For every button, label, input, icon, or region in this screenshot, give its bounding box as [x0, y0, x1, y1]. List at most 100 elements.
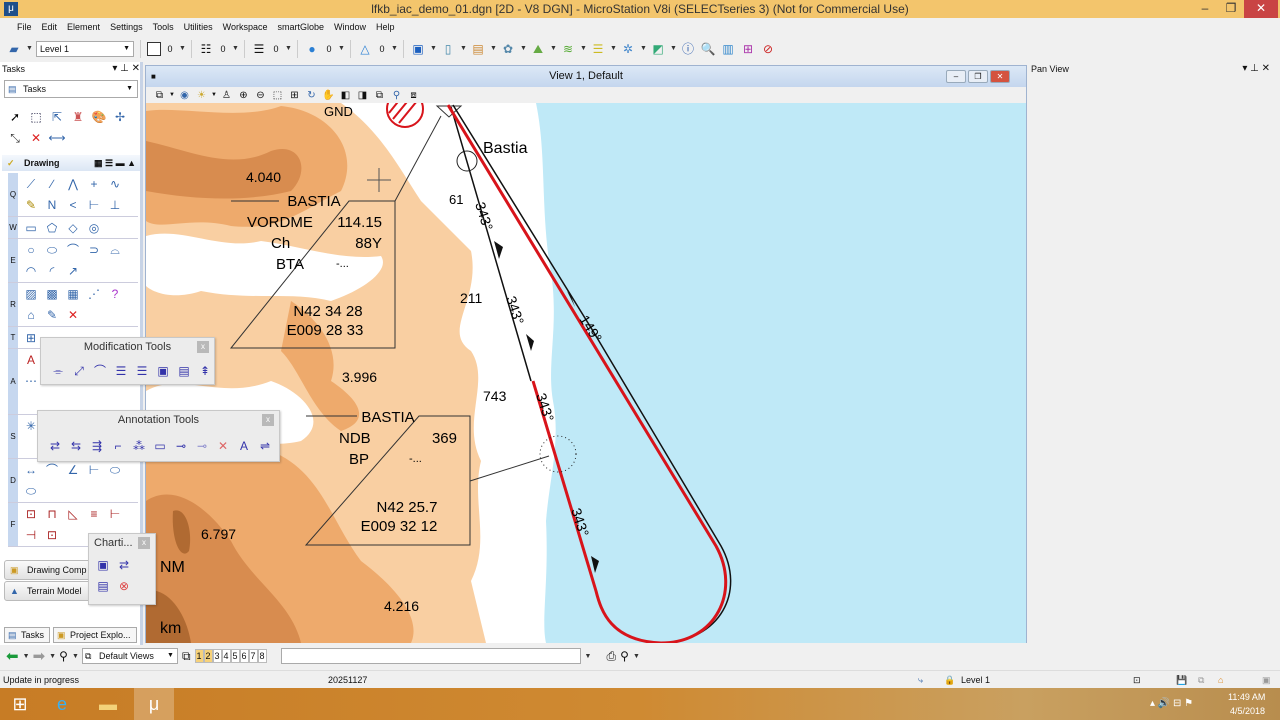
view-attributes-icon[interactable]: ⧉ — [152, 90, 167, 101]
microstation-app-icon[interactable]: μ — [4, 2, 18, 16]
freehand-icon[interactable]: ✎ — [22, 196, 40, 214]
raster-icon[interactable]: ✿ — [500, 41, 516, 57]
annotate-2-icon[interactable]: ⇆ — [67, 437, 85, 455]
place-text-icon[interactable]: A — [22, 351, 40, 369]
view-minimize-button[interactable]: – — [946, 70, 966, 83]
clock-time[interactable]: 11:49 AM — [1228, 692, 1265, 702]
chevron-down-icon[interactable]: ▼ — [550, 45, 557, 52]
line-icon[interactable]: ∕ — [43, 175, 61, 193]
dimension-radial-icon[interactable]: ⬭ — [106, 461, 124, 479]
align-text2-icon[interactable]: ☰ — [133, 362, 151, 380]
modify-line-icon[interactable]: ⤢ — [70, 362, 88, 380]
tag-icon[interactable]: ⊞ — [22, 329, 40, 347]
bspline-icon[interactable]: N — [43, 196, 61, 214]
color-swatch-icon[interactable] — [147, 41, 161, 56]
multiline-icon[interactable]: ⋀ — [64, 175, 82, 193]
leader-label2-icon[interactable]: ⊸ — [193, 437, 211, 455]
fence-manip-icon[interactable]: ⊢ — [106, 505, 124, 523]
back-icon[interactable]: ⬅ — [6, 647, 19, 665]
point-icon[interactable]: + — [85, 175, 103, 193]
construct-icon[interactable]: ⊢ — [85, 196, 103, 214]
view-restore-button[interactable]: ❐ — [968, 70, 988, 83]
perpendicular-icon[interactable]: ⊥ — [106, 196, 124, 214]
chevron-down-icon[interactable]: ▼ — [23, 653, 30, 660]
align-text-icon[interactable]: ☰ — [112, 362, 130, 380]
forward-icon[interactable]: ➡ — [33, 647, 46, 665]
fence-stretch-icon[interactable]: ≡ — [85, 505, 103, 523]
menu-file[interactable]: File — [12, 22, 37, 32]
hatch-icon[interactable]: ▨ — [22, 285, 40, 303]
chart-frame-icon[interactable]: ▣ — [94, 556, 112, 574]
leader-icon[interactable]: ⌐ — [109, 437, 127, 455]
view-mode-collapse-icons[interactable]: ▦ ☰ ▬ ▲ — [94, 155, 136, 171]
view-previous-icon[interactable]: ◧ — [338, 90, 353, 101]
dimension-length-icon[interactable]: ↔ — [22, 461, 40, 479]
pattern-icon[interactable]: ▦ — [64, 285, 82, 303]
snap-icon[interactable]: ✢ — [111, 108, 129, 126]
fence-copy-icon[interactable]: ⊣ — [22, 526, 40, 544]
grid-icon[interactable]: ⊞ — [740, 41, 756, 57]
view-5-button[interactable]: 5 — [230, 649, 240, 663]
abc-label-icon[interactable]: ▭ — [151, 437, 169, 455]
menu-workspace[interactable]: Workspace — [218, 22, 273, 32]
view-windows-icon[interactable]: ⧉ — [182, 649, 191, 664]
rectangle-icon[interactable]: ▭ — [22, 219, 40, 237]
chart-delete-icon[interactable]: ⊗ — [115, 577, 133, 595]
modify-arc-icon[interactable]: ⌒ — [91, 362, 109, 380]
clip-volume-icon[interactable]: ⧈ — [406, 90, 421, 101]
move-icon[interactable]: ⇱ — [48, 108, 66, 126]
polygon-icon[interactable]: ⬠ — [43, 219, 61, 237]
zoom-in-icon[interactable]: ⊕ — [236, 90, 251, 101]
zoom-out-icon[interactable]: ⊖ — [253, 90, 268, 101]
chevron-down-icon[interactable]: ▼ — [72, 653, 79, 660]
view-1-button[interactable]: 1 — [194, 649, 204, 663]
panel-menu-pin-close-icons[interactable]: ▾ ⊥ ✕ — [1242, 63, 1270, 74]
view-close-button[interactable]: ✕ — [990, 70, 1010, 83]
arc-edit-icon[interactable]: ⊃ — [85, 241, 103, 259]
windows-start-icon[interactable]: ⊞ — [0, 688, 40, 720]
find-icon[interactable]: ⚲ — [620, 649, 629, 663]
lock-icon[interactable]: 🔒 — [944, 671, 955, 689]
circle-center-icon[interactable]: ◎ — [85, 219, 103, 237]
stamp-icon[interactable]: ♜ — [69, 108, 87, 126]
modify-point-icon[interactable]: ⌯ — [49, 362, 67, 380]
key-in-browser-icon[interactable]: ⎙ — [607, 649, 617, 664]
pan-view-icon[interactable]: ✋ — [321, 90, 336, 101]
search-icon[interactable]: ✲ — [620, 41, 636, 57]
chevron-down-icon[interactable]: ▼ — [211, 92, 217, 98]
fence-move-icon[interactable]: ⊡ — [43, 526, 61, 544]
chart-table-icon[interactable]: ▤ — [94, 577, 112, 595]
delete-pattern-icon[interactable]: ✕ — [64, 306, 82, 324]
connect-icon[interactable]: ⇌ — [256, 437, 274, 455]
display-style-icon[interactable]: ◉ — [177, 90, 192, 101]
no-entry-icon[interactable]: ⊘ — [760, 41, 776, 57]
tab-project-explorer[interactable]: ▣ Project Explo... — [53, 627, 137, 643]
ellipse-icon[interactable]: ⬭ — [43, 241, 61, 259]
circle-icon[interactable]: ○ — [22, 241, 40, 259]
menu-edit[interactable]: Edit — [37, 22, 63, 32]
chevron-down-icon[interactable]: ▼ — [585, 653, 592, 660]
chevron-down-icon[interactable]: ▼ — [49, 653, 56, 660]
chevron-down-icon[interactable]: ▼ — [460, 45, 467, 52]
views-select[interactable]: ⧉ Default Views ▼ — [81, 648, 178, 664]
arc-length-icon[interactable]: ↗ — [64, 262, 82, 280]
stream-icon[interactable]: < — [64, 196, 82, 214]
menu-element[interactable]: Element — [62, 22, 105, 32]
chevron-down-icon[interactable]: ▼ — [26, 45, 33, 52]
half-ellipse-icon[interactable]: ◠ — [22, 262, 40, 280]
crosshatch-icon[interactable]: ▩ — [43, 285, 61, 303]
dimension-element-icon[interactable]: ⊢ — [85, 461, 103, 479]
view-2-button[interactable]: 2 — [203, 649, 213, 663]
menu-help[interactable]: Help — [371, 22, 400, 32]
chevron-down-icon[interactable]: ▼ — [490, 45, 497, 52]
chevron-down-icon[interactable]: ▼ — [285, 45, 292, 52]
menu-window[interactable]: Window — [329, 22, 371, 32]
status-level[interactable]: Level 1 — [961, 671, 990, 689]
leader-label-icon[interactable]: ⊸ — [172, 437, 190, 455]
home-icon[interactable]: ⌂ — [1218, 671, 1223, 689]
delete-icon[interactable]: ✕ — [27, 129, 45, 147]
annotate-3-icon[interactable]: ⇶ — [88, 437, 106, 455]
view-6-button[interactable]: 6 — [239, 649, 249, 663]
arc-icon[interactable]: ⌒ — [64, 241, 82, 259]
map-icon[interactable]: ◩ — [650, 41, 666, 57]
